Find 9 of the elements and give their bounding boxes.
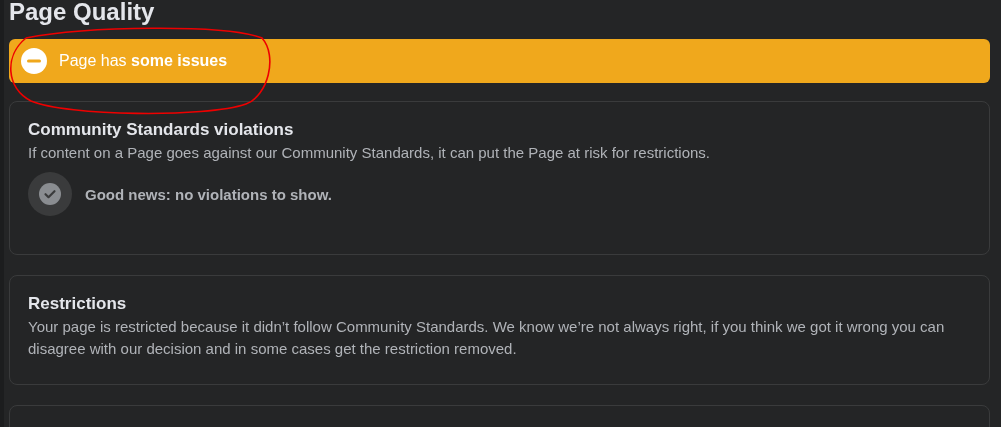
status-text: Page has some issues bbox=[59, 52, 228, 70]
minus-icon bbox=[21, 48, 47, 74]
note-text: Good news: no violations to show. bbox=[85, 185, 332, 203]
section-heading: Restrictions bbox=[28, 293, 127, 315]
page-title: Page Quality bbox=[9, 0, 155, 27]
section-description: If content on a Page goes against our Community Standards, it can put the Page at risk for restrictions. bbox=[28, 143, 712, 163]
check-icon bbox=[28, 172, 72, 216]
section-heading: Community Standards violations bbox=[28, 119, 294, 141]
section-description: Your page is restricted because it didn’t follow Community Standards. We know we’re not always right, if you think we got it wrong you can disagree with our decision and in some cases get the restriction removed. bbox=[28, 317, 946, 359]
